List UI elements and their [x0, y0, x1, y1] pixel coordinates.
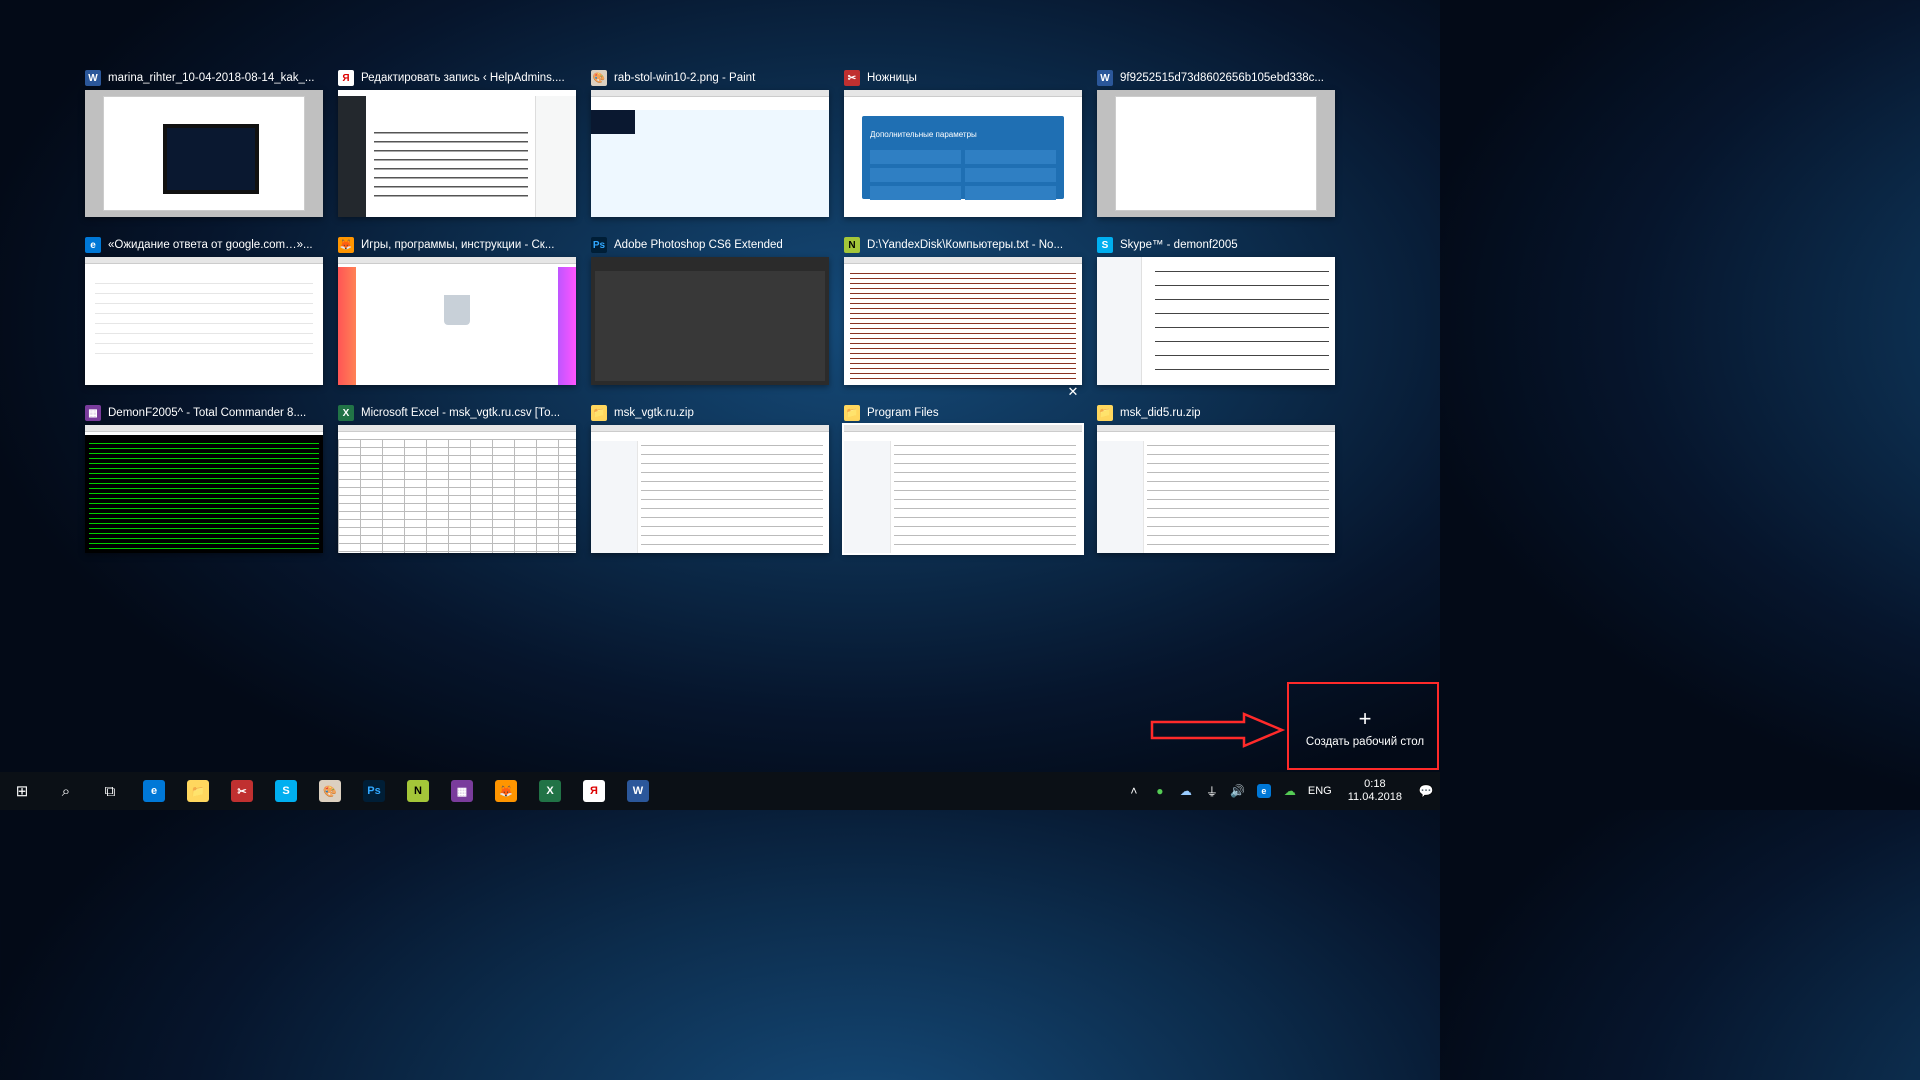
- taskbar-taskview-button[interactable]: ⧉: [88, 772, 132, 810]
- new-desktop-button[interactable]: + Создать рабочий стол: [1290, 684, 1440, 772]
- tray-edge-icon[interactable]: [1256, 783, 1272, 799]
- yandex-icon: [583, 780, 605, 802]
- totalcmd-icon: [451, 780, 473, 802]
- tc-icon: [85, 405, 101, 421]
- tray-action-center-icon[interactable]: 💬: [1418, 783, 1434, 799]
- ff-icon: [338, 237, 354, 253]
- task-view-window[interactable]: 9f9252515d73d8602656b105ebd338c...: [1097, 68, 1335, 217]
- sk-icon: [1097, 237, 1113, 253]
- window-title: msk_did5.ru.zip: [1120, 407, 1335, 419]
- taskbar-skype-button[interactable]: [264, 772, 308, 810]
- window-title: msk_vgtk.ru.zip: [614, 407, 829, 419]
- window-title: rab-stol-win10-2.png - Paint: [614, 72, 829, 84]
- tray-yandexdisk-icon[interactable]: ●: [1152, 783, 1168, 799]
- npp-icon: [844, 237, 860, 253]
- window-title: D:\YandexDisk\Компьютеры.txt - No...: [867, 239, 1082, 251]
- task-view-window[interactable]: rab-stol-win10-2.png - Paint: [591, 68, 829, 217]
- window-title: DemonF2005^ - Total Commander 8....: [108, 407, 323, 419]
- tray-onedrive-icon[interactable]: ☁: [1178, 783, 1194, 799]
- tray-language[interactable]: ENG: [1308, 785, 1332, 797]
- taskbar-firefox-button[interactable]: [484, 772, 528, 810]
- edge-icon: [85, 237, 101, 253]
- task-view-window[interactable]: marina_rihter_10-04-2018-08-14_kak_...: [85, 68, 323, 217]
- word-icon: [627, 780, 649, 802]
- paint-icon: [591, 70, 607, 86]
- taskbar-word-button[interactable]: [616, 772, 660, 810]
- word-icon: [1097, 70, 1113, 86]
- tray-clock[interactable]: 0:18 11.04.2018: [1342, 778, 1408, 803]
- taskbar-search-button[interactable]: ⌕: [44, 772, 88, 810]
- annotation-arrow-icon: [1148, 710, 1286, 750]
- task-view-window[interactable]: D:\YandexDisk\Компьютеры.txt - No...: [844, 235, 1082, 385]
- task-view-window[interactable]: DemonF2005^ - Total Commander 8....: [85, 403, 323, 553]
- notepadpp-icon: [407, 780, 429, 802]
- explorer-icon: [187, 780, 209, 802]
- window-title: marina_rihter_10-04-2018-08-14_kak_...: [108, 72, 323, 84]
- taskbar-edge-button[interactable]: [132, 772, 176, 810]
- fld-icon: [591, 405, 607, 421]
- firefox-icon: [495, 780, 517, 802]
- snip-icon: [844, 70, 860, 86]
- ps-icon: [591, 237, 607, 253]
- tray-cloud-icon[interactable]: ☁: [1282, 783, 1298, 799]
- yandex-icon: [338, 70, 354, 86]
- plus-icon: +: [1359, 708, 1372, 730]
- word-icon: [85, 70, 101, 86]
- task-view-window[interactable]: msk_did5.ru.zip: [1097, 403, 1335, 553]
- taskbar-notepadpp-button[interactable]: [396, 772, 440, 810]
- task-view-window[interactable]: Microsoft Excel - msk_vgtk.ru.csv [То...: [338, 403, 576, 553]
- taskbar-paint-button[interactable]: [308, 772, 352, 810]
- taskbar-start-button[interactable]: ⊞: [0, 772, 44, 810]
- snip-icon: [231, 780, 253, 802]
- excel-icon: [539, 780, 561, 802]
- tray-chevron-icon[interactable]: ˄: [1126, 783, 1142, 799]
- window-title: Skype™ - demonf2005: [1120, 239, 1335, 251]
- window-title: Игры, программы, инструкции - Ск...: [361, 239, 576, 251]
- task-view-window[interactable]: Ножницы Дополнительные параметры: [844, 68, 1082, 217]
- window-title: «Ожидание ответа от google.com…»...: [108, 239, 323, 251]
- new-desktop-label: Создать рабочий стол: [1306, 736, 1424, 748]
- fld-icon: [844, 405, 860, 421]
- task-view-window[interactable]: msk_vgtk.ru.zip: [591, 403, 829, 553]
- task-view-window[interactable]: Adobe Photoshop CS6 Extended: [591, 235, 829, 385]
- tray-wifi-icon[interactable]: ⏚: [1204, 783, 1220, 799]
- taskbar-excel-button[interactable]: [528, 772, 572, 810]
- window-title: Program Files: [867, 407, 1082, 419]
- taskbar-snip-button[interactable]: [220, 772, 264, 810]
- fld-icon: [1097, 405, 1113, 421]
- window-title: Adobe Photoshop CS6 Extended: [614, 239, 829, 251]
- taskbar-yandex-button[interactable]: [572, 772, 616, 810]
- taskbar: ⊞⌕⧉ ˄ ● ☁ ⏚ 🔊 ☁ ENG 0:18 11.04.2018 💬: [0, 772, 1440, 810]
- window-title: 9f9252515d73d8602656b105ebd338c...: [1120, 72, 1335, 84]
- task-view-window[interactable]: «Ожидание ответа от google.com…»...: [85, 235, 323, 385]
- photoshop-icon: [363, 780, 385, 802]
- xl-icon: [338, 405, 354, 421]
- task-view-window[interactable]: Редактировать запись ‹ HelpAdmins....: [338, 68, 576, 217]
- taskbar-explorer-button[interactable]: [176, 772, 220, 810]
- task-view-grid: marina_rihter_10-04-2018-08-14_kak_... Р…: [85, 68, 1355, 553]
- close-icon[interactable]: ✕: [1064, 383, 1082, 401]
- skype-icon: [275, 780, 297, 802]
- taskbar-totalcmd-button[interactable]: [440, 772, 484, 810]
- task-view-window[interactable]: Skype™ - demonf2005: [1097, 235, 1335, 385]
- window-title: Редактировать запись ‹ HelpAdmins....: [361, 72, 576, 84]
- edge-icon: [143, 780, 165, 802]
- task-view-window[interactable]: Program Files ✕: [844, 403, 1082, 553]
- window-title: Microsoft Excel - msk_vgtk.ru.csv [То...: [361, 407, 576, 419]
- system-tray: ˄ ● ☁ ⏚ 🔊 ☁ ENG 0:18 11.04.2018 💬: [1126, 778, 1440, 803]
- paint-icon: [319, 780, 341, 802]
- tray-volume-icon[interactable]: 🔊: [1230, 783, 1246, 799]
- task-view-window[interactable]: Игры, программы, инструкции - Ск...: [338, 235, 576, 385]
- taskbar-photoshop-button[interactable]: [352, 772, 396, 810]
- window-title: Ножницы: [867, 72, 1082, 84]
